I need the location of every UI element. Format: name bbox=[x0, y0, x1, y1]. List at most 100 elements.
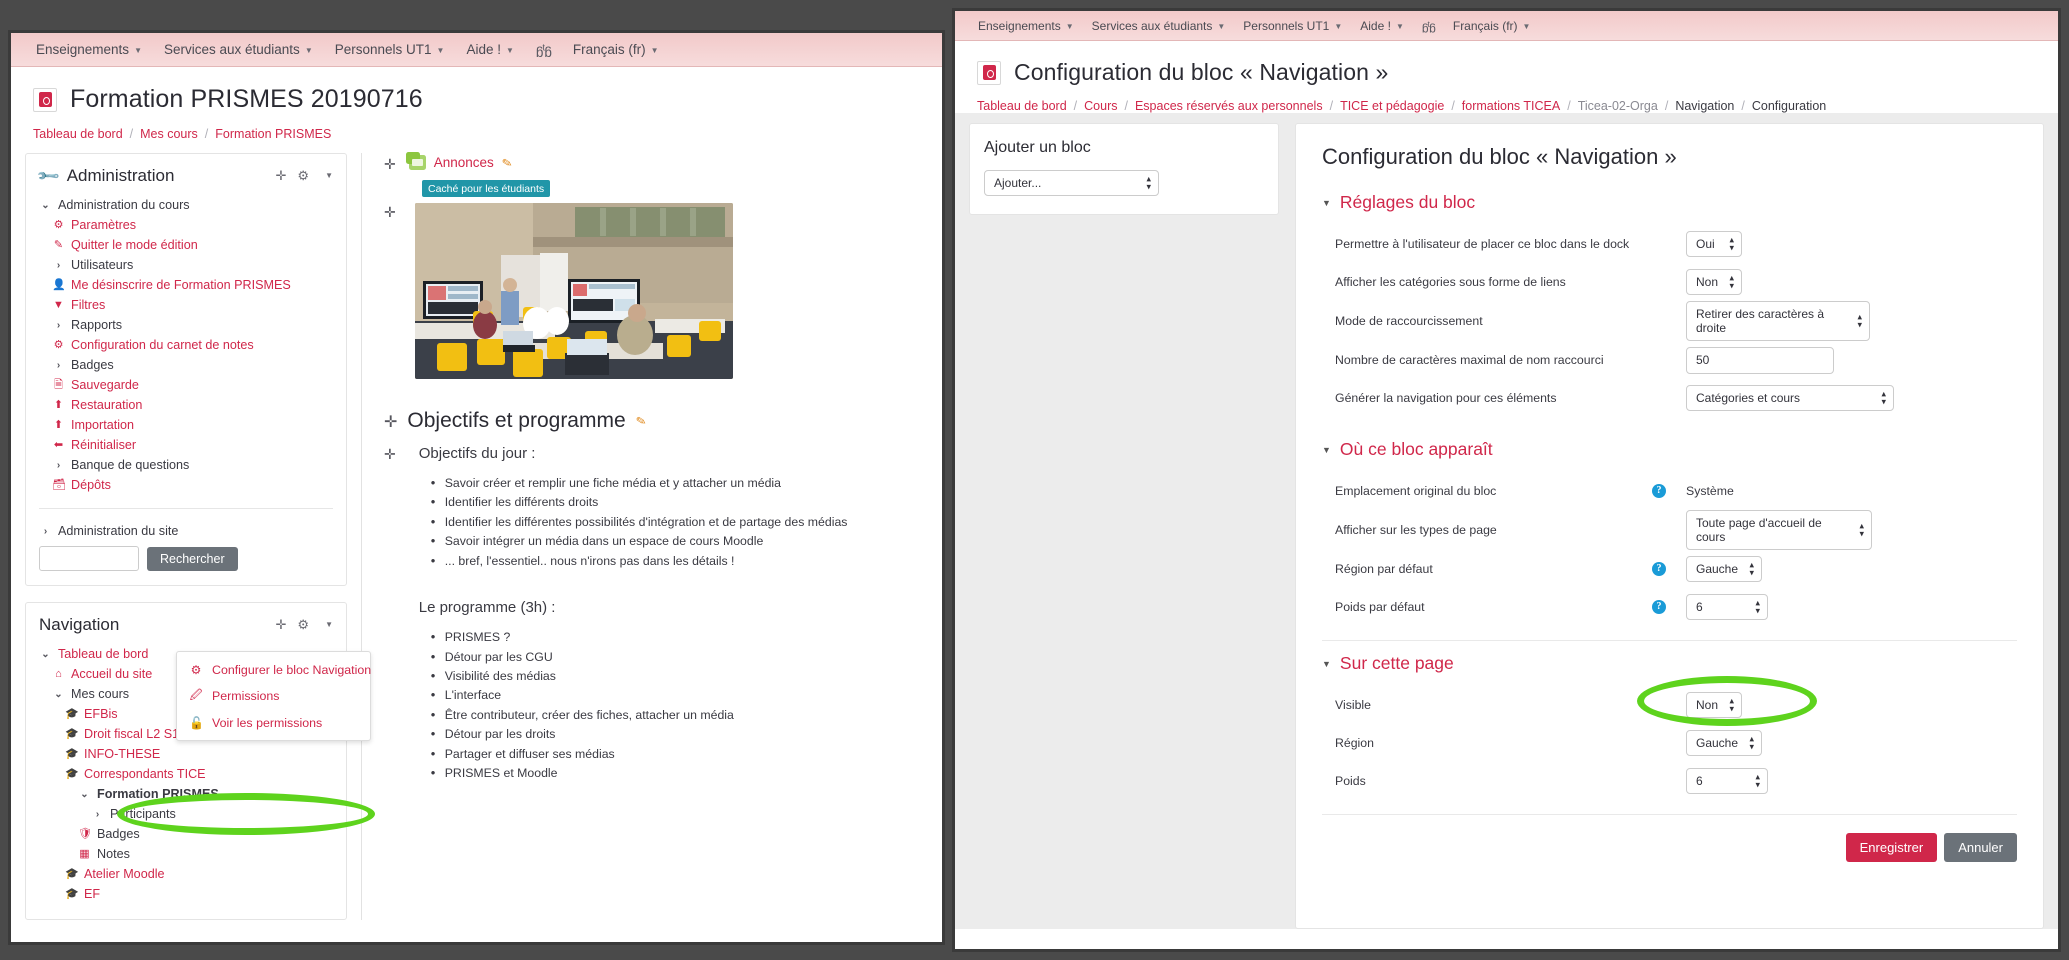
move-icon[interactable]: ✛ bbox=[276, 617, 287, 633]
add-block-select[interactable]: Ajouter... bbox=[984, 170, 1159, 196]
nav-item-badges[interactable]: 🛡 Badges bbox=[39, 825, 333, 845]
nav-item-atelier-moodle[interactable]: 🎓 Atelier Moodle bbox=[39, 865, 333, 885]
move-icon[interactable]: ✛ bbox=[384, 445, 396, 461]
form-row-default-weight: Poids par défaut ? 6 ▴ ▾ bbox=[1322, 588, 2017, 626]
admin-item-badges[interactable]: › Badges bbox=[39, 356, 333, 376]
trim-length-input[interactable] bbox=[1686, 346, 1834, 374]
breadcrumb-item[interactable]: Mes cours bbox=[140, 127, 198, 141]
move-icon[interactable]: ✛ bbox=[276, 168, 287, 184]
nav-item-formation-prismes[interactable]: ⌄ Formation PRISMES bbox=[39, 785, 333, 805]
admin-item-reinitialiser[interactable]: ⬅ Réinitialiser bbox=[39, 436, 333, 456]
breadcrumb-item[interactable]: Tableau de bord bbox=[33, 127, 123, 141]
search-button[interactable]: Rechercher bbox=[147, 546, 238, 571]
nav-item-correspondants-tice[interactable]: 🎓 Correspondants TICE bbox=[39, 765, 333, 785]
topnav-item-personnels-ut1[interactable]: Personnels UT1 ▼ bbox=[1234, 19, 1351, 33]
admin-item-config-carnet-notes[interactable]: ⚙ Configuration du carnet de notes bbox=[39, 336, 333, 356]
topnav-item-aide[interactable]: Aide ! ▼ bbox=[455, 42, 524, 57]
form-row-default-region: Région par défaut ? Gauche ▴ ▾ bbox=[1322, 550, 2017, 588]
generate-navigation-select[interactable]: Catégories et cours bbox=[1686, 385, 1894, 411]
pencil-icon[interactable]: ✎ bbox=[500, 155, 513, 171]
admin-item-label: Me désinscrire de Formation PRISMES bbox=[71, 278, 291, 293]
gear-icon[interactable]: ⚙ bbox=[297, 168, 309, 184]
context-item-label: Configurer le bloc Navigation bbox=[212, 662, 372, 677]
topnav-item-services-aux-etudiants[interactable]: Services aux étudiants ▼ bbox=[1083, 19, 1235, 33]
move-icon[interactable]: ✛ bbox=[384, 203, 396, 219]
trim-mode-select[interactable]: Retirer des caractères à droite bbox=[1686, 301, 1870, 341]
breadcrumb-item[interactable]: Espaces réservés aux personnels bbox=[1135, 99, 1323, 113]
admin-item-banque-questions[interactable]: › Banque de questions bbox=[39, 456, 333, 476]
cancel-button[interactable]: Annuler bbox=[1944, 833, 2017, 862]
chevron-down-icon[interactable]: ▼ bbox=[325, 171, 333, 180]
context-item-permissions[interactable]: 🖉 Permissions bbox=[177, 681, 370, 711]
help-icon[interactable]: ? bbox=[1652, 484, 1666, 498]
chevron-down-icon: ▼ bbox=[650, 46, 659, 55]
section-legend-ou-ce-bloc-apparait[interactable]: ▼ Où ce bloc apparaît bbox=[1322, 439, 2017, 460]
admin-item-restauration[interactable]: ⬆ Restauration bbox=[39, 396, 333, 416]
section-content-row: ✛ Objectifs du jour : Savoir créer et re… bbox=[384, 445, 924, 784]
form-row-trim-length: Nombre de caractères maximal de nom racc… bbox=[1322, 341, 2017, 379]
topnav-item-flag[interactable]: ᵷᵗᵷ bbox=[525, 42, 562, 57]
field-label: Nombre de caractères maximal de nom racc… bbox=[1335, 353, 1604, 367]
help-icon[interactable]: ? bbox=[1652, 600, 1666, 614]
admin-item-importation[interactable]: ⬆ Importation bbox=[39, 416, 333, 436]
section-legend-reglages-du-bloc[interactable]: ▼ Réglages du bloc bbox=[1322, 192, 2017, 213]
dock-select[interactable]: Oui bbox=[1686, 231, 1742, 257]
admin-item-utilisateurs[interactable]: › Utilisateurs bbox=[39, 256, 333, 276]
chevron-down-icon: ⌄ bbox=[41, 199, 50, 211]
context-item-configurer-bloc-navigation[interactable]: ⚙ Configurer le bloc Navigation bbox=[177, 658, 372, 681]
admin-item-administration-du-cours[interactable]: ⌄ Administration du cours bbox=[39, 196, 333, 216]
move-icon[interactable]: ✛ bbox=[384, 412, 397, 431]
field-label: Région bbox=[1335, 736, 1374, 750]
save-button[interactable]: Enregistrer bbox=[1845, 833, 1938, 862]
chevron-down-icon[interactable]: ▼ bbox=[325, 620, 333, 629]
region-select[interactable]: Gauche bbox=[1686, 730, 1762, 756]
admin-item-rapports[interactable]: › Rapports bbox=[39, 316, 333, 336]
nav-item-participants[interactable]: › Participants bbox=[39, 805, 333, 825]
chevron-down-icon: ⌄ bbox=[54, 688, 63, 700]
topnav-item-enseignements[interactable]: Enseignements ▼ bbox=[25, 42, 153, 57]
objectives-heading: Objectifs du jour : bbox=[418, 445, 536, 462]
file-icon: 🗎 bbox=[54, 379, 63, 392]
help-icon[interactable]: ? bbox=[1652, 562, 1666, 576]
breadcrumb-item[interactable]: Tableau de bord bbox=[977, 99, 1067, 113]
breadcrumb-separator: / bbox=[1451, 99, 1455, 113]
admin-item-quitter-mode-edition[interactable]: ✎ Quitter le mode édition bbox=[39, 236, 333, 256]
admin-item-label: Administration du cours bbox=[58, 198, 190, 213]
nav-item-info-these[interactable]: 🎓 INFO-THESE bbox=[39, 745, 333, 765]
topnav-item-aide[interactable]: Aide ! ▼ bbox=[1351, 19, 1413, 33]
admin-item-administration-du-site[interactable]: › Administration du site bbox=[39, 522, 333, 542]
topnav-item-enseignements[interactable]: Enseignements ▼ bbox=[969, 19, 1083, 33]
admin-item-depots[interactable]: 🗃 Dépôts bbox=[39, 476, 333, 496]
status-badge: Caché pour les étudiants bbox=[422, 180, 551, 197]
pencil-icon[interactable]: ✎ bbox=[634, 413, 647, 429]
announcement-link[interactable]: Annonces bbox=[434, 155, 494, 170]
categories-links-select[interactable]: Non bbox=[1686, 269, 1742, 295]
topnav-item-flag[interactable]: ᵷᵗᵷ bbox=[1413, 19, 1444, 33]
context-item-voir-les-permissions[interactable]: 🔓 Voir les permissions bbox=[177, 711, 370, 734]
nav-item-notes[interactable]: ▦ Notes bbox=[39, 845, 333, 865]
topnav-item-language[interactable]: Français (fr) ▼ bbox=[1444, 19, 1540, 33]
default-region-select[interactable]: Gauche bbox=[1686, 556, 1762, 582]
nav-item-ef[interactable]: 🎓 EF bbox=[39, 885, 333, 905]
breadcrumb-item[interactable]: formations TICEA bbox=[1462, 99, 1560, 113]
search-input[interactable] bbox=[39, 546, 139, 571]
weight-select[interactable]: 6 bbox=[1686, 768, 1768, 794]
topnav-item-services-aux-etudiants[interactable]: Services aux étudiants ▼ bbox=[153, 42, 324, 57]
admin-item-me-desinscrire[interactable]: 👤 Me désinscrire de Formation PRISMES bbox=[39, 276, 333, 296]
breadcrumb-item[interactable]: TICE et pédagogie bbox=[1340, 99, 1444, 113]
breadcrumb-item[interactable]: Formation PRISMES bbox=[215, 127, 331, 141]
gear-icon[interactable]: ⚙ bbox=[297, 617, 309, 633]
admin-item-parametres[interactable]: ⚙ Paramètres bbox=[39, 216, 333, 236]
default-weight-select[interactable]: 6 bbox=[1686, 594, 1768, 620]
right-page-header: Configuration du bloc « Navigation » Tab… bbox=[955, 41, 2058, 113]
move-icon[interactable]: ✛ bbox=[384, 155, 396, 171]
section-legend-sur-cette-page[interactable]: ▼ Sur cette page bbox=[1322, 653, 2017, 674]
topnav-item-personnels-ut1[interactable]: Personnels UT1 ▼ bbox=[324, 42, 456, 57]
breadcrumb-item[interactable]: Cours bbox=[1084, 99, 1117, 113]
admin-item-filtres[interactable]: ▼ Filtres bbox=[39, 296, 333, 316]
add-block-sidebar: Ajouter un bloc Ajouter... ▴ ▾ bbox=[955, 113, 1295, 929]
admin-item-sauvegarde[interactable]: 🗎 Sauvegarde bbox=[39, 376, 333, 396]
visible-select[interactable]: Non bbox=[1686, 692, 1742, 718]
topnav-item-language[interactable]: Français (fr) ▼ bbox=[562, 42, 670, 57]
page-types-select[interactable]: Toute page d'accueil de cours bbox=[1686, 510, 1872, 550]
